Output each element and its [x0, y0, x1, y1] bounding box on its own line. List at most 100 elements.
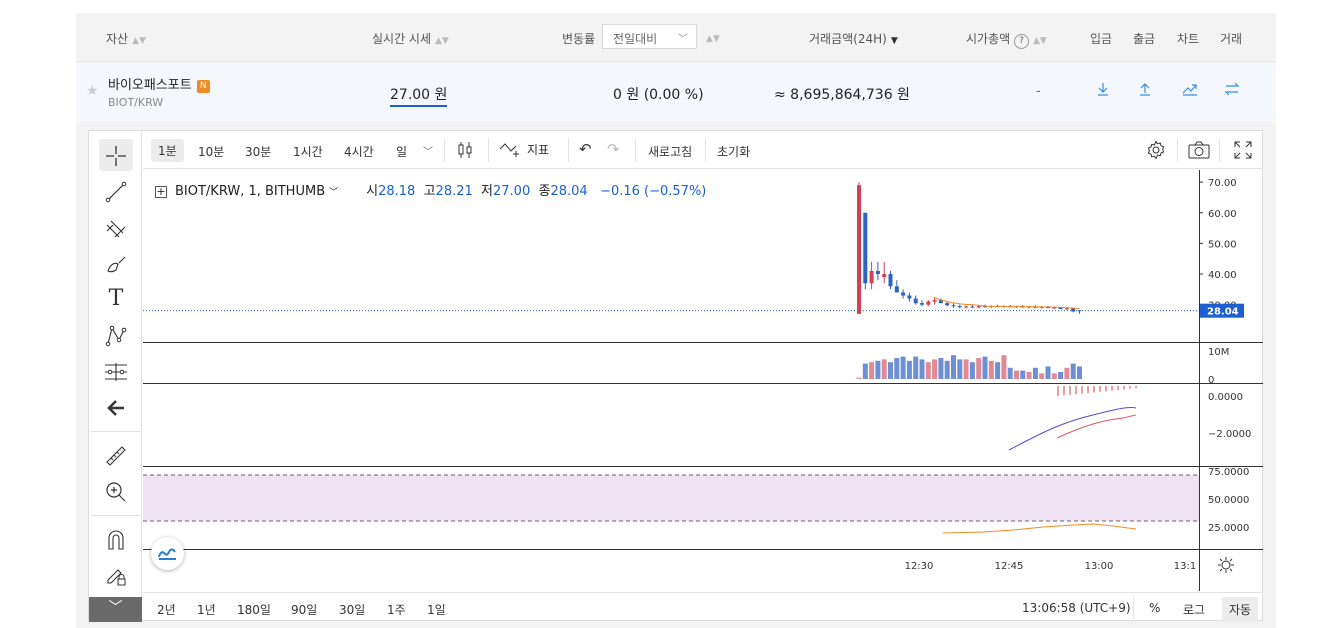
range-180d[interactable]: 180일	[237, 601, 271, 618]
legend-open-label: 시	[366, 184, 379, 199]
price-tick-label: 40.00	[1208, 270, 1237, 281]
new-badge: N	[196, 80, 210, 93]
coin-row[interactable]: ★ 바이오패스포트 N BIOT/KRW 27.00 원 0 원 (0.00 %)…	[76, 63, 1276, 121]
toolbar-divider	[488, 138, 489, 162]
interval-1h[interactable]: 1시간	[293, 143, 323, 160]
camera-icon[interactable]	[1188, 141, 1210, 162]
undo-icon[interactable]: ↶	[579, 140, 592, 158]
lock-drawings-icon[interactable]	[99, 559, 133, 591]
volume-bar	[881, 359, 887, 379]
rsi-tick-label: 50.0000	[1208, 495, 1249, 506]
volume-bar	[869, 362, 875, 379]
price-tick-label: 70.00	[1208, 178, 1237, 189]
col-asset[interactable]: 자산 ▲▼	[106, 30, 146, 47]
sort-icon[interactable]: ▲▼	[702, 30, 720, 44]
indicators-button[interactable]: 지표	[499, 141, 549, 160]
col-volume[interactable]: 거래금액(24H) ▼	[809, 30, 898, 47]
rsi-tick-label: 75.0000	[1208, 467, 1249, 478]
col-price[interactable]: 실시간 시세 ▲▼	[372, 30, 449, 47]
candle-body	[932, 300, 937, 302]
brush-icon[interactable]	[99, 247, 133, 279]
refresh-button[interactable]: 새로고침	[648, 143, 692, 160]
collapse-toolbar-button[interactable]: ﹀	[89, 597, 142, 622]
volume-bar	[894, 358, 900, 379]
prediction-icon[interactable]	[99, 355, 133, 387]
chart-plot-area[interactable]: 70.0060.0050.0040.0030.0028.0410M00.0000…	[143, 170, 1263, 591]
auto-scale-toggle[interactable]: 자동	[1222, 597, 1259, 622]
change-basis-select[interactable]: 전일대비 ﹀	[602, 24, 697, 49]
interval-4h[interactable]: 4시간	[344, 143, 374, 160]
col-chart: 차트	[1177, 32, 1200, 46]
deposit-icon[interactable]	[1096, 82, 1110, 100]
col-mcap[interactable]: 시가총액 ? ▲▼	[966, 30, 1047, 49]
axis-settings-gear-icon[interactable]	[1221, 560, 1231, 570]
log-scale-toggle[interactable]: 로그	[1183, 601, 1205, 618]
price-chart[interactable]: 70.0060.0050.0040.0030.0028.0410M00.0000…	[143, 170, 1263, 591]
price-tick-label: 50.00	[1208, 239, 1237, 250]
macd-tick-label: −2.0000	[1208, 429, 1251, 440]
candle-body	[1064, 308, 1069, 310]
interval-30m[interactable]: 30분	[245, 143, 271, 160]
candle-type-icon[interactable]	[457, 141, 473, 162]
indicators-label: 지표	[527, 143, 550, 157]
legend-toggle-icon[interactable]: +	[155, 186, 167, 198]
volume-bar	[938, 358, 944, 379]
legend-title[interactable]: BIOT/KRW, 1, BITHUMB	[175, 184, 325, 199]
volume-bar	[995, 362, 1001, 379]
legend-high: 28.21	[435, 184, 473, 199]
pattern-icon[interactable]	[99, 319, 133, 351]
trade-swap-icon[interactable]	[1224, 82, 1240, 100]
withdraw-icon[interactable]	[1138, 82, 1152, 100]
volume-bar	[1020, 370, 1026, 379]
coin-name[interactable]: 바이오패스포트 N	[108, 74, 210, 93]
favorite-star-icon[interactable]: ★	[86, 83, 99, 99]
sort-icon: ▲▼	[435, 36, 449, 46]
range-1w[interactable]: 1주	[387, 601, 406, 618]
volume-bar	[913, 356, 919, 379]
legend-delta: −0.16 (−0.57%)	[600, 184, 707, 199]
volume-bar	[957, 359, 963, 379]
range-1d[interactable]: 1일	[427, 601, 446, 618]
fib-tool-icon[interactable]	[99, 211, 133, 243]
candle-body	[957, 306, 962, 308]
settings-gear-icon[interactable]	[1146, 140, 1166, 163]
volume-bar	[1039, 373, 1045, 379]
chevron-down-icon[interactable]: ﹀	[423, 143, 433, 158]
interval-10m[interactable]: 10분	[198, 143, 224, 160]
range-90d[interactable]: 90일	[291, 601, 317, 618]
text-tool-icon[interactable]: T	[99, 283, 133, 315]
redo-icon[interactable]: ↷	[607, 140, 620, 158]
range-30d[interactable]: 30일	[339, 601, 365, 618]
volume-bar	[862, 363, 868, 379]
tradingview-logo-icon[interactable]	[151, 537, 184, 570]
chevron-down-icon[interactable]: ﹀	[329, 188, 338, 198]
range-2y[interactable]: 2년	[157, 601, 176, 618]
fullscreen-icon[interactable]	[1234, 141, 1252, 162]
reset-button[interactable]: 초기화	[717, 143, 750, 160]
ruler-icon[interactable]	[99, 439, 133, 471]
back-arrow-icon[interactable]	[99, 391, 133, 423]
toolbar-divider	[635, 138, 636, 162]
zoom-in-icon[interactable]	[99, 475, 133, 507]
interval-1m[interactable]: 1분	[151, 139, 184, 162]
interval-day[interactable]: 일	[396, 143, 407, 160]
chart-trend-icon[interactable]	[1182, 82, 1198, 100]
volume-bar	[944, 360, 950, 379]
candle-body	[1071, 308, 1076, 312]
volume-bar	[900, 356, 906, 379]
price-tick-label: 60.00	[1208, 209, 1237, 220]
percent-scale-toggle[interactable]: %	[1149, 601, 1160, 615]
crosshair-icon[interactable]	[99, 139, 133, 171]
candle-body	[869, 270, 874, 284]
col-asset-label: 자산	[106, 32, 129, 46]
chart-legend: + BIOT/KRW, 1, BITHUMB ﹀ 시28.18 고28.21 저27.…	[155, 180, 706, 199]
candle-body	[951, 305, 956, 307]
time-tick-label: 12:45	[995, 561, 1024, 572]
help-icon[interactable]: ?	[1014, 34, 1029, 49]
trend-line-icon[interactable]	[99, 175, 133, 207]
magnet-icon[interactable]	[99, 523, 133, 555]
volume-bar	[1032, 367, 1038, 379]
volume-bar	[919, 359, 925, 379]
range-1y[interactable]: 1년	[197, 601, 216, 618]
candle-body	[964, 306, 969, 308]
